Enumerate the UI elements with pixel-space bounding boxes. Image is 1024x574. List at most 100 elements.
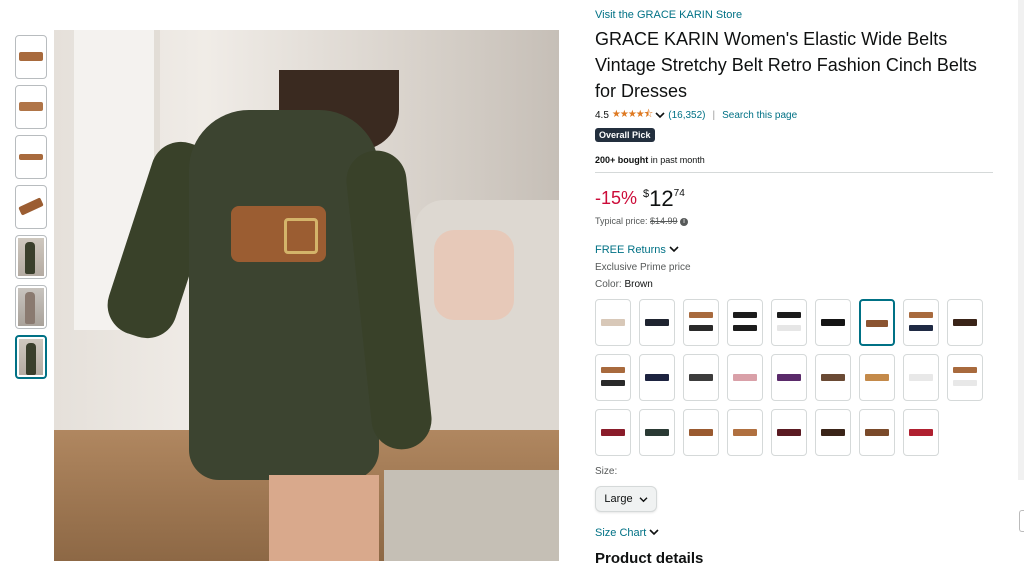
- color-selected: Brown: [624, 279, 653, 290]
- chevron-down-icon[interactable]: [649, 528, 659, 536]
- product-details-heading: Product details: [595, 550, 704, 567]
- belt-image: [19, 154, 43, 160]
- overall-pick-badge[interactable]: Overall Pick: [595, 128, 655, 142]
- swatch-belt: [953, 319, 977, 326]
- swatch-belt-top: [601, 367, 625, 373]
- scrollbar[interactable]: [1018, 0, 1024, 480]
- color-swatch-11[interactable]: [639, 354, 675, 401]
- side-panel-tab[interactable]: [1019, 510, 1024, 532]
- color-swatch-23[interactable]: [771, 409, 807, 456]
- model-figure: [26, 343, 36, 375]
- swatch-belt: [821, 319, 845, 326]
- color-label-text: Color:: [595, 279, 625, 290]
- color-swatch-10[interactable]: [595, 354, 631, 401]
- free-returns[interactable]: FREE Returns: [595, 244, 679, 256]
- store-link[interactable]: Visit the GRACE KARIN Store: [595, 9, 742, 21]
- color-swatch-7[interactable]: [859, 299, 895, 346]
- bought-rest: in past month: [648, 155, 705, 165]
- swatch-belt-bottom: [909, 325, 933, 331]
- swatch-belt: [866, 320, 888, 327]
- swatch-belt: [909, 374, 933, 381]
- chevron-down-icon[interactable]: [655, 111, 665, 121]
- divider: [595, 172, 993, 173]
- belt-image: [18, 197, 44, 216]
- color-swatch-18[interactable]: [947, 354, 983, 401]
- free-returns-link[interactable]: FREE Returns: [595, 244, 666, 256]
- swatch-belt: [909, 429, 933, 436]
- bought-count: 200+ bought in past month: [595, 155, 705, 165]
- color-swatch-22[interactable]: [727, 409, 763, 456]
- belt-image: [19, 102, 43, 111]
- swatch-belt: [821, 374, 845, 381]
- color-swatch-12[interactable]: [683, 354, 719, 401]
- rating-count-link[interactable]: (16,352): [668, 110, 705, 121]
- swatch-belt: [777, 429, 801, 436]
- model-figure: [25, 242, 35, 274]
- color-swatch-5[interactable]: [771, 299, 807, 346]
- typical-price-value: $14.99: [650, 216, 678, 226]
- chevron-down-icon: [639, 496, 648, 502]
- swatch-belt: [733, 374, 757, 381]
- swatch-belt-top: [689, 312, 713, 318]
- model-figure: [25, 292, 35, 324]
- color-swatch-2[interactable]: [639, 299, 675, 346]
- swatch-belt-bottom: [953, 380, 977, 386]
- color-swatch-3[interactable]: [683, 299, 719, 346]
- belt-image: [19, 52, 43, 61]
- color-swatch-26[interactable]: [903, 409, 939, 456]
- belt-buckle: [284, 218, 318, 254]
- color-swatch-14[interactable]: [771, 354, 807, 401]
- swatch-belt-top: [777, 312, 801, 318]
- info-icon[interactable]: i: [680, 217, 689, 226]
- rating-row: 4.5 ★★★★⯪ (16,352) | Search this page: [595, 107, 797, 124]
- size-selected: Large: [604, 493, 633, 505]
- color-swatch-9[interactable]: [947, 299, 983, 346]
- thumbnail-7-selected[interactable]: [15, 335, 47, 379]
- color-swatch-21[interactable]: [683, 409, 719, 456]
- swatch-belt: [645, 374, 669, 381]
- typical-price-label: Typical price:: [595, 216, 651, 226]
- size-chart[interactable]: Size Chart: [595, 527, 659, 539]
- color-swatch-16[interactable]: [859, 354, 895, 401]
- thumbnail-6[interactable]: [15, 285, 47, 329]
- swatch-belt: [689, 374, 713, 381]
- swatch-belt-bottom: [777, 325, 801, 331]
- color-swatch-4[interactable]: [727, 299, 763, 346]
- bought-strong: 200+ bought: [595, 155, 649, 165]
- swatch-belt-bottom: [733, 325, 757, 331]
- color-swatch-8[interactable]: [903, 299, 939, 346]
- star-rating-icon[interactable]: ★★★★⯪: [612, 107, 653, 124]
- swatch-belt: [733, 429, 757, 436]
- color-swatch-24[interactable]: [815, 409, 851, 456]
- swatch-belt: [601, 429, 625, 436]
- color-swatch-25[interactable]: [859, 409, 895, 456]
- price-block: -15% $ 12 74: [595, 186, 685, 212]
- swatch-belt: [689, 429, 713, 436]
- color-swatch-19[interactable]: [595, 409, 631, 456]
- thumbnail-5[interactable]: [15, 235, 47, 279]
- color-swatch-13[interactable]: [727, 354, 763, 401]
- main-product-image[interactable]: [54, 30, 559, 561]
- thumbnail-1[interactable]: [15, 35, 47, 79]
- size-dropdown[interactable]: Large: [595, 486, 657, 512]
- thumbnail-2[interactable]: [15, 85, 47, 129]
- swatch-belt: [821, 429, 845, 436]
- color-swatch-1[interactable]: [595, 299, 631, 346]
- swatch-belt: [645, 429, 669, 436]
- typical-price: Typical price: $14.99 i: [595, 216, 689, 226]
- pillow-bg: [434, 230, 514, 320]
- color-swatch-15[interactable]: [815, 354, 851, 401]
- thumbnail-3[interactable]: [15, 135, 47, 179]
- color-swatch-17[interactable]: [903, 354, 939, 401]
- size-chart-link[interactable]: Size Chart: [595, 527, 646, 539]
- color-swatch-6[interactable]: [815, 299, 851, 346]
- swatch-belt: [865, 429, 889, 436]
- size-label: Size:: [595, 466, 618, 477]
- thumbnail-4[interactable]: [15, 185, 47, 229]
- chevron-down-icon[interactable]: [669, 245, 679, 253]
- swatch-belt: [601, 319, 625, 326]
- separator: |: [712, 110, 716, 121]
- search-page-link[interactable]: Search this page: [722, 110, 797, 121]
- color-swatch-20[interactable]: [639, 409, 675, 456]
- price-fraction: 74: [673, 188, 685, 199]
